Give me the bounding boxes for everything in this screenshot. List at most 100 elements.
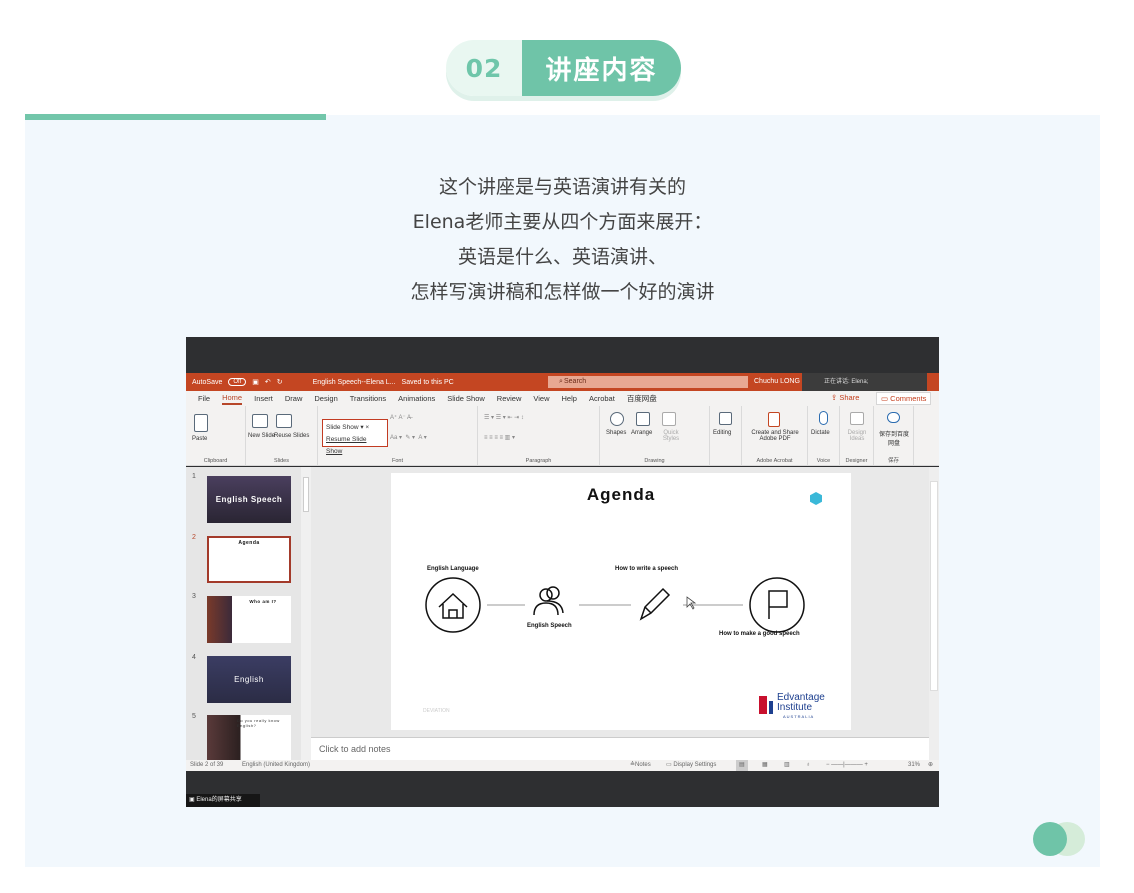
search-input[interactable]: ⌕ Search [548,376,748,388]
slide-thumbnail-2[interactable]: Agenda [207,536,291,583]
reuse-slides-button[interactable]: Reuse Slides [274,433,309,439]
slide-thumbnail-1[interactable]: English Speech [207,476,291,523]
normal-view-icon[interactable]: ▤ [736,760,748,771]
new-slide-button[interactable]: New Slide [248,433,275,439]
intro-text: 这个讲座是与英语演讲有关的 Elena老师主要从四个方面来展开： 英语是什么、英… [25,170,1100,310]
language-status[interactable]: English (United Kingdom) [242,760,310,771]
slide-sorter-icon[interactable]: ▦ [762,760,768,771]
intro-line: 怎样写演讲稿和怎样做一个好的演讲 [410,281,715,303]
editor-scrollbar[interactable] [929,467,939,760]
autosave-toggle[interactable]: Off [228,378,247,386]
user-name[interactable]: Chuchu LONG [754,373,800,391]
create-share-pdf-button[interactable]: Create and Share Adobe PDF [746,430,804,442]
tab-design[interactable]: Design [314,394,337,403]
screen-share-screenshot: AutoSave Off ▣ ↶ ↻ English Speech--Elena… [186,337,939,807]
slideshow-dropdown[interactable]: Slide Show ▾ × Resume Slide Show [322,419,388,455]
group-label: Paragraph [525,458,552,464]
tab-baidu[interactable]: 百度网盘 [627,393,657,404]
agenda-item-4: How to make a good speech [719,631,800,637]
presenter-view-icon[interactable]: ♁ [806,760,811,771]
tab-insert[interactable]: Insert [254,394,273,403]
paragraph-controls[interactable]: ☰ ▾ ☰ ▾ ⇤ ⇥ ↕ [484,414,524,421]
page: 02 讲座内容 这个讲座是与英语演讲有关的 Elena老师主要从四个方面来展开：… [0,0,1134,893]
dictate-button[interactable]: Dictate [811,430,830,436]
zoom-slider[interactable]: − ——|——— + [826,760,868,771]
save-icon[interactable]: ▣ [252,378,259,386]
group-clipboard: Paste Clipboard [186,406,246,466]
agenda-item-2: English Speech [527,623,572,629]
quick-styles-icon[interactable] [662,412,676,426]
design-ideas-button[interactable]: Design Ideas [844,430,870,442]
design-ideas-icon[interactable] [850,412,864,425]
tab-acrobat[interactable]: Acrobat [589,394,615,403]
scroll-thumb[interactable] [930,481,938,691]
notes-toggle[interactable]: ≙Notes [630,760,651,771]
scroll-thumb[interactable] [303,477,309,512]
slide-number: 4 [192,654,196,661]
reuse-slides-icon[interactable] [276,414,292,428]
paste-button[interactable]: Paste [192,436,207,442]
tab-transitions[interactable]: Transitions [350,394,386,403]
tab-home[interactable]: Home [222,392,243,405]
resume-slideshow-button[interactable]: Resume Slide Show [326,434,384,458]
undo-icon[interactable]: ↶ [265,378,271,386]
editing-button[interactable]: Editing [713,430,731,436]
slide-thumbnail-5[interactable]: Do you really know English? [207,715,291,762]
slide-thumbnail-4[interactable]: English [207,656,291,703]
thumbnail-title: Agenda [238,540,260,546]
logo-mark [759,696,767,714]
tab-animations[interactable]: Animations [398,394,435,403]
decorative-dot-dark [1033,822,1067,856]
tab-review[interactable]: Review [497,394,522,403]
save-baidu-button[interactable]: 保存到百度网盘 [879,429,909,447]
tab-file[interactable]: File [198,394,210,403]
tab-view[interactable]: View [533,394,549,403]
tab-slide-show[interactable]: Slide Show [447,394,485,403]
font-controls[interactable]: A⁺ A⁻ A̶ [390,414,411,421]
zoom-level[interactable]: 31% [908,760,920,771]
paste-icon[interactable] [194,414,208,432]
slide-number: 1 [192,473,196,480]
arrange-icon[interactable] [636,412,650,426]
comments-button[interactable]: ▭ Comments [876,392,932,405]
speaking-indicator: 正在讲话: Elena; [802,373,927,391]
microphone-icon[interactable] [819,411,828,425]
current-slide[interactable]: Agenda English Language English Speech H… [391,473,851,730]
group-label: 保存 [887,458,899,464]
ribbon-tabs: File Home Insert Draw Design Transitions… [186,391,939,406]
group-voice: Dictate Voice [808,406,840,466]
tab-draw[interactable]: Draw [285,394,303,403]
notes-pane[interactable]: Click to add notes [311,737,929,760]
shapes-button[interactable]: Shapes [606,430,626,436]
reading-view-icon[interactable]: ▥ [784,760,790,771]
font-format-controls[interactable]: Aa ▾ ✎ ▾ A ▾ [390,434,427,441]
slide-thumbnail-3[interactable]: Who am I? [207,596,291,643]
logo-mark-blue [769,701,773,714]
ribbon: Paste Clipboard New Slide Reuse Slides S… [186,406,939,466]
section-header: 02 讲座内容 [446,40,681,96]
group-paragraph: ☰ ▾ ☰ ▾ ⇤ ⇥ ↕ ≡ ≡ ≡ ≡ ▥ ▾ Paragraph [478,406,600,466]
mouse-cursor-icon [686,596,697,610]
thumbnail-scrollbar[interactable] [301,467,311,760]
baidu-cloud-icon[interactable] [887,412,900,423]
redo-icon[interactable]: ↻ [277,378,283,386]
intro-line: Elena老师主要从四个方面来展开： [412,211,713,233]
logo-text-3: AUSTRALIA [783,714,815,719]
slide-number: 2 [192,534,196,541]
align-controls[interactable]: ≡ ≡ ≡ ≡ ▥ ▾ [484,434,515,441]
display-settings-button[interactable]: ▭ Display Settings [666,760,716,771]
find-icon[interactable] [719,412,732,425]
intro-line: 这个讲座是与英语演讲有关的 [438,176,686,198]
new-slide-icon[interactable] [252,414,268,428]
tab-help[interactable]: Help [562,394,577,403]
quick-styles-button[interactable]: Quick Styles [658,430,684,442]
arrange-button[interactable]: Arrange [631,430,652,436]
shapes-icon[interactable] [610,412,624,426]
edvantage-logo: Edvantage Institute AUSTRALIA [757,693,847,723]
thumbnail-title: English Speech [215,495,283,504]
slide-footer-mark: DEVIATION [423,708,450,714]
pdf-icon[interactable] [768,412,780,427]
share-button[interactable]: ⇪ Share [831,393,859,402]
fit-to-window-icon[interactable]: ⊕ [928,760,933,771]
pencil-icon [639,587,671,621]
